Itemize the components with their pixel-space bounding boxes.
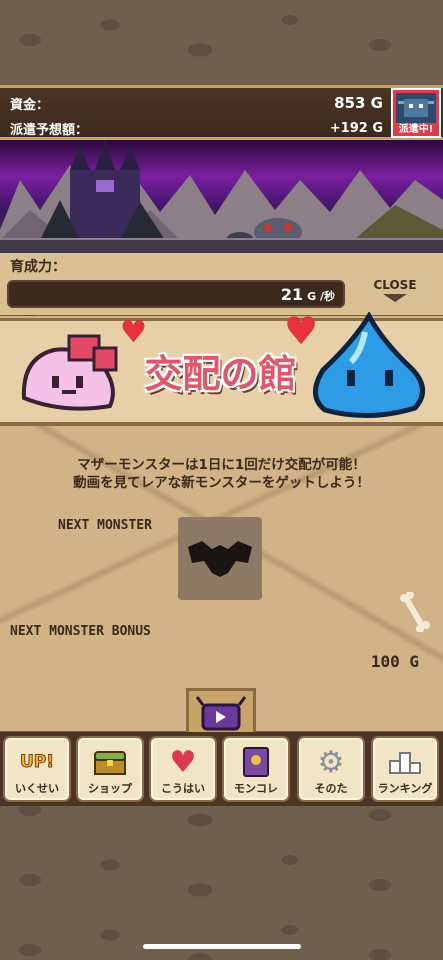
nav-label: そのた bbox=[314, 782, 348, 795]
game-scene bbox=[0, 140, 443, 260]
funds-value: 853 G bbox=[334, 94, 383, 112]
nav-label: ショップ bbox=[88, 782, 132, 795]
nav-item-collection[interactable]: モンコレ bbox=[222, 736, 290, 802]
nav-label: こうはい bbox=[161, 782, 205, 795]
nav-label: いくせい bbox=[15, 782, 59, 795]
growth-unit: G /秒 bbox=[307, 290, 335, 303]
bat-silhouette-icon bbox=[188, 541, 252, 577]
heart-icon: ♥ bbox=[169, 744, 197, 780]
next-monster-box bbox=[178, 517, 262, 600]
dispatched-monster-icon bbox=[396, 93, 436, 123]
nav-label: モンコレ bbox=[234, 782, 278, 795]
treasure-chest-icon bbox=[90, 744, 130, 780]
growth-value-text: 21 G /秒 bbox=[281, 285, 335, 304]
podium-icon bbox=[385, 744, 425, 780]
dispatch-button[interactable]: 派遣中! bbox=[391, 88, 441, 138]
dispatch-label: 派遣予想額： bbox=[10, 122, 89, 138]
nav-item-training[interactable]: UP! いくせい bbox=[3, 736, 71, 802]
watch-video-button[interactable] bbox=[186, 688, 256, 738]
nav-label: ランキング bbox=[377, 782, 433, 795]
dispatch-row: 派遣予想額： +192 G bbox=[10, 116, 383, 140]
growth-bar: 21 G /秒 bbox=[7, 280, 345, 308]
pink-slime-icon bbox=[14, 328, 122, 418]
funds-row: 資金： 853 G bbox=[10, 91, 383, 115]
description-line-2: 動画を見てレアな新モンスターをゲットしよう！ bbox=[73, 475, 370, 491]
nav-item-breeding[interactable]: ♥ こうはい bbox=[149, 736, 217, 802]
next-bonus-value: 100 G bbox=[370, 652, 419, 671]
nav-item-other[interactable]: ⚙ そのた bbox=[297, 736, 365, 802]
next-monster-label: NEXT MONSTER bbox=[58, 518, 152, 533]
page-title: 交配の館 bbox=[144, 351, 297, 396]
nav-item-shop[interactable]: ショップ bbox=[76, 736, 144, 802]
status-bar: 資金： 853 G 派遣予想額： +192 G 派遣中! bbox=[0, 85, 443, 140]
funds-label: 資金： bbox=[10, 97, 50, 113]
gear-icon: ⚙ bbox=[317, 744, 345, 780]
dispatch-status-tag: 派遣中! bbox=[398, 124, 434, 135]
growth-value: 21 bbox=[280, 285, 304, 304]
video-play-icon bbox=[195, 696, 247, 731]
description: マザーモンスターは1日に1回だけ交配が可能！ 動画を見てレアな新モンスターをゲッ… bbox=[20, 456, 423, 492]
heart-icon: ♥ bbox=[120, 315, 147, 350]
bone-icon bbox=[398, 591, 430, 633]
description-line-1: マザーモンスターは1日に1回だけ交配が可能！ bbox=[77, 457, 366, 473]
nav-item-ranking[interactable]: ランキング bbox=[371, 736, 439, 802]
home-indicator[interactable] bbox=[143, 944, 301, 949]
up-icon: UP! bbox=[19, 752, 55, 773]
growth-label: 育成力： bbox=[10, 259, 66, 275]
close-label: CLOSE bbox=[373, 278, 417, 292]
book-icon bbox=[236, 744, 276, 780]
blue-slime-icon bbox=[303, 310, 435, 420]
chevron-down-icon bbox=[383, 294, 407, 302]
close-button[interactable]: CLOSE bbox=[360, 278, 430, 308]
dispatch-value: +192 G bbox=[329, 120, 383, 136]
next-bonus-label: NEXT MONSTER BONUS bbox=[10, 624, 151, 639]
